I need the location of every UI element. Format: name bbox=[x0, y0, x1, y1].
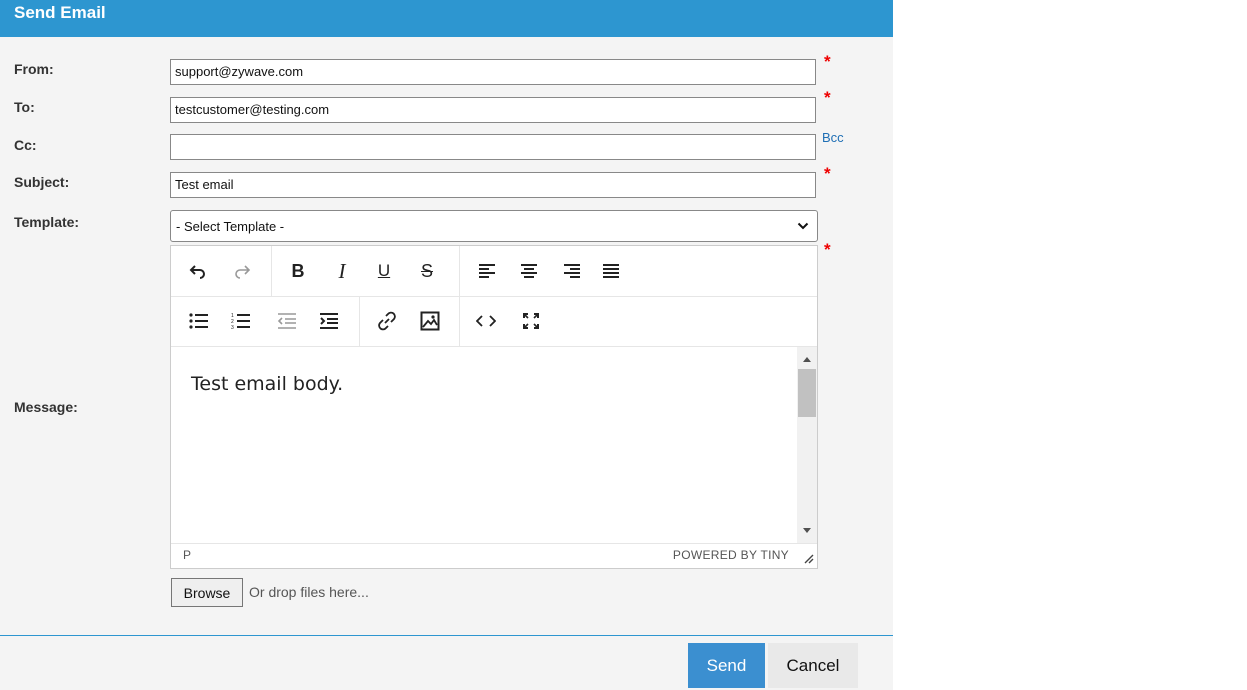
editor-toolbar-row-2: 123 bbox=[171, 296, 817, 347]
from-label: From: bbox=[14, 61, 54, 77]
history-group bbox=[171, 246, 272, 296]
send-button[interactable]: Send bbox=[688, 643, 765, 688]
to-required-mark: * bbox=[824, 88, 831, 107]
strikethrough-icon[interactable]: S bbox=[412, 256, 442, 286]
insert-group bbox=[359, 296, 460, 346]
cc-field[interactable] bbox=[170, 134, 816, 160]
send-email-dialog: Send Email From: support@zywave.com * To… bbox=[0, 0, 893, 690]
justify-icon[interactable] bbox=[596, 256, 626, 286]
bcc-link[interactable]: Bcc bbox=[822, 130, 844, 145]
message-required-mark: * bbox=[824, 240, 831, 259]
editor-scrollbar[interactable] bbox=[797, 347, 817, 543]
fullscreen-icon[interactable] bbox=[516, 306, 546, 336]
dialog-titlebar: Send Email bbox=[0, 0, 893, 37]
underline-icon[interactable]: U bbox=[369, 256, 399, 286]
align-center-icon[interactable] bbox=[514, 256, 544, 286]
link-icon[interactable] bbox=[372, 306, 402, 336]
scroll-up-icon[interactable] bbox=[802, 355, 812, 363]
from-field[interactable]: support@zywave.com bbox=[170, 59, 816, 85]
bullet-list-icon[interactable] bbox=[184, 306, 214, 336]
from-required-mark: * bbox=[824, 52, 831, 71]
browse-button[interactable]: Browse bbox=[171, 578, 243, 607]
drop-zone-text[interactable]: Or drop files here... bbox=[249, 584, 369, 600]
bold-icon[interactable]: B bbox=[283, 256, 313, 286]
tools-group bbox=[459, 296, 817, 346]
list-group: 123 bbox=[171, 296, 360, 346]
align-right-icon[interactable] bbox=[557, 256, 587, 286]
image-icon[interactable] bbox=[415, 306, 445, 336]
editor-content[interactable]: Test email body. bbox=[171, 347, 797, 543]
align-left-icon[interactable] bbox=[472, 256, 502, 286]
to-label: To: bbox=[14, 99, 35, 115]
chevron-down-icon bbox=[797, 220, 809, 235]
to-field[interactable]: testcustomer@testing.com bbox=[170, 97, 816, 123]
subject-field[interactable]: Test email bbox=[170, 172, 816, 198]
numbered-list-icon[interactable]: 123 bbox=[226, 306, 256, 336]
editor-body-text: Test email body. bbox=[191, 373, 344, 395]
scroll-down-icon[interactable] bbox=[802, 527, 812, 535]
scrollbar-thumb[interactable] bbox=[798, 369, 816, 417]
editor-statusbar: P POWERED BY TINY bbox=[171, 543, 817, 569]
template-select-value: - Select Template - bbox=[176, 219, 285, 234]
cc-label: Cc: bbox=[14, 137, 37, 153]
source-code-icon[interactable] bbox=[471, 306, 501, 336]
subject-required-mark: * bbox=[824, 164, 831, 183]
align-group bbox=[459, 246, 817, 296]
format-group: B I U S bbox=[271, 246, 460, 296]
editor-toolbar-row-1: B I U S bbox=[171, 246, 817, 297]
outdent-icon[interactable] bbox=[272, 306, 302, 336]
template-label: Template: bbox=[14, 214, 80, 230]
cancel-button[interactable]: Cancel bbox=[768, 643, 858, 688]
subject-label: Subject: bbox=[14, 174, 70, 190]
italic-icon[interactable]: I bbox=[327, 256, 357, 286]
svg-text:3: 3 bbox=[231, 325, 234, 330]
message-label: Message: bbox=[14, 399, 78, 415]
template-select[interactable]: - Select Template - bbox=[170, 210, 818, 242]
undo-icon[interactable] bbox=[183, 256, 213, 286]
redo-icon[interactable] bbox=[227, 256, 257, 286]
powered-by-link[interactable]: POWERED BY TINY bbox=[673, 548, 789, 562]
element-path[interactable]: P bbox=[183, 548, 191, 562]
indent-icon[interactable] bbox=[314, 306, 344, 336]
dialog-title: Send Email bbox=[14, 3, 106, 22]
rich-text-editor: B I U S 1 2 3 Test email body. P POWERED… bbox=[170, 245, 818, 569]
footer-divider bbox=[0, 635, 893, 636]
resize-handle-icon[interactable] bbox=[802, 552, 814, 564]
